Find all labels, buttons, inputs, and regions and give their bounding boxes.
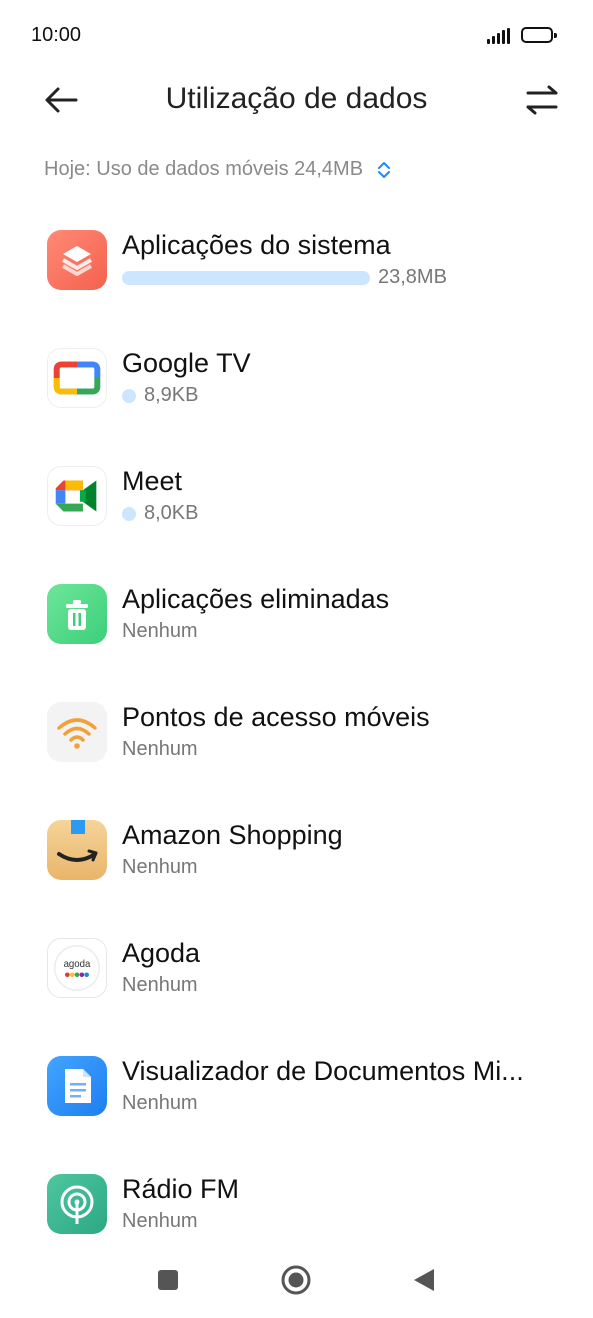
app-usage: Nenhum xyxy=(122,738,198,761)
app-name: Meet xyxy=(122,466,183,496)
home-button[interactable] xyxy=(274,1258,318,1302)
usage-value: Nenhum xyxy=(122,1210,198,1232)
usage-value: Nenhum xyxy=(122,1092,198,1114)
trash-icon xyxy=(47,584,107,644)
signal-icon xyxy=(487,28,515,44)
list-item[interactable]: Amazon Shopping Nenhum xyxy=(0,790,593,908)
list-item[interactable]: Aplicações eliminadas Nenhum xyxy=(0,554,593,672)
usage-value: Nenhum xyxy=(122,856,198,878)
app-usage: 23,8MB xyxy=(122,266,447,289)
back-nav-button[interactable] xyxy=(402,1258,446,1302)
data-summary-selector[interactable]: Hoje: Uso de dados móveis 24,4MB xyxy=(44,158,391,181)
app-usage: 8,9KB xyxy=(122,384,198,407)
app-usage: Nenhum xyxy=(122,974,198,997)
app-name: Visualizador de Documentos Mi... xyxy=(122,1056,524,1086)
usage-value: 23,8MB xyxy=(378,266,447,288)
list-item[interactable]: Aplicações do sistema 23,8MB xyxy=(0,200,593,318)
square-icon xyxy=(158,1270,178,1290)
app-name: Amazon Shopping xyxy=(122,820,343,850)
page-title: Utilização de dados xyxy=(165,82,428,115)
list-item[interactable]: Meet 8,0KB xyxy=(0,436,593,554)
usage-value: 8,9KB xyxy=(144,384,199,406)
app-usage: Nenhum xyxy=(122,620,198,643)
list-item[interactable]: Pontos de acesso móveis Nenhum xyxy=(0,672,593,790)
app-usage: 8,0KB xyxy=(122,502,198,525)
list-item[interactable]: agoda Agoda Nenhum xyxy=(0,908,593,1026)
app-name: Google TV xyxy=(122,348,251,378)
status-bar: 10:00 xyxy=(0,0,593,72)
radio-icon xyxy=(47,1174,107,1234)
meet-icon xyxy=(47,466,107,526)
usage-bar xyxy=(122,388,136,403)
wifi-icon xyxy=(47,702,107,762)
header: Utilização de dados xyxy=(0,72,593,132)
app-name: Agoda xyxy=(122,938,201,968)
app-name: Aplicações do sistema xyxy=(122,230,391,260)
app-usage: Nenhum xyxy=(122,1210,198,1233)
agoda-icon: agoda xyxy=(47,938,107,998)
usage-value: Nenhum xyxy=(122,738,198,760)
list-item[interactable]: Visualizador de Documentos Mi... Nenhum xyxy=(0,1026,593,1144)
layers-icon xyxy=(47,230,107,290)
usage-value: Nenhum xyxy=(122,620,198,642)
list-item[interactable]: Google TV 8,9KB xyxy=(0,318,593,436)
recent-apps-button[interactable] xyxy=(146,1258,190,1302)
app-name: Pontos de acesso móveis xyxy=(122,702,430,732)
usage-bar xyxy=(122,270,370,285)
data-summary-text: Hoje: Uso de dados móveis 24,4MB xyxy=(44,158,364,180)
status-time: 10:00 xyxy=(31,24,82,46)
switch-sim-button[interactable] xyxy=(518,80,566,120)
document-icon xyxy=(47,1056,107,1116)
app-usage: Nenhum xyxy=(122,856,198,879)
app-name: Rádio FM xyxy=(122,1174,240,1204)
chevron-up-down-icon xyxy=(378,161,391,178)
usage-value: Nenhum xyxy=(122,974,198,996)
triangle-back-icon xyxy=(414,1269,434,1291)
usage-value: 8,0KB xyxy=(144,502,199,524)
usage-bar xyxy=(122,506,136,521)
app-usage: Nenhum xyxy=(122,1092,198,1115)
battery-icon xyxy=(521,27,557,43)
svg-text:agoda: agoda xyxy=(64,959,91,970)
circle-icon xyxy=(281,1265,311,1295)
google-tv-icon xyxy=(47,348,107,408)
swap-arrows-icon xyxy=(526,85,558,115)
app-name: Aplicações eliminadas xyxy=(122,584,390,614)
list-item[interactable]: Rádio FM Nenhum xyxy=(0,1144,593,1236)
amazon-icon xyxy=(47,820,107,880)
navigation-bar xyxy=(0,1236,593,1318)
